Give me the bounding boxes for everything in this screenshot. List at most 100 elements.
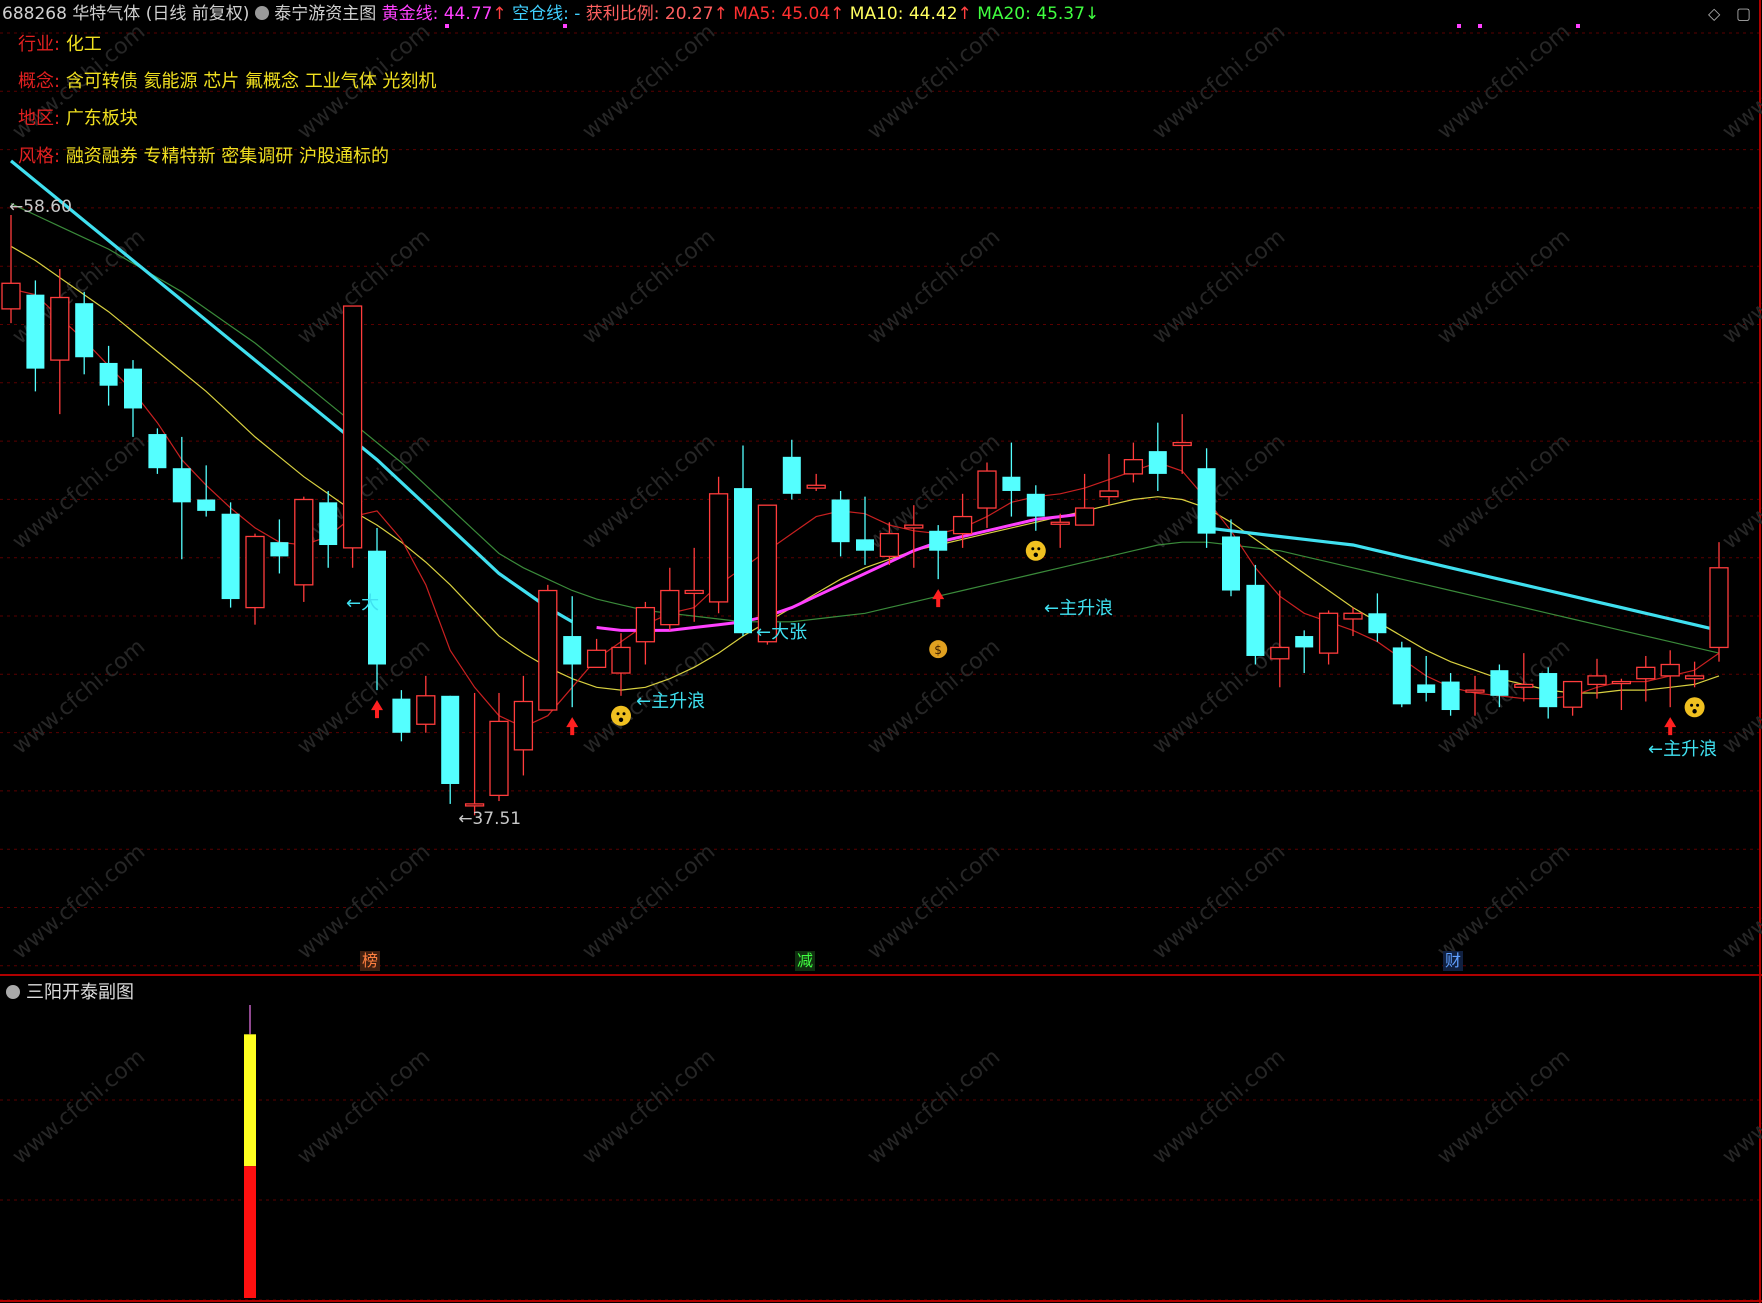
candle-body [1197,468,1216,534]
signal-dot [1576,24,1580,28]
watermark-text: www.cfchi.com [1148,224,1290,349]
region-value: 广东板块 [65,108,138,129]
candle-body [441,695,460,784]
candle-body [1172,441,1192,447]
smiley-eye [622,712,626,716]
watermark-text: www.cfchi.com [1433,429,1575,554]
subchart-title[interactable]: 三阳开泰副图 [6,978,134,1004]
watermark-text: www.cfchi.com [1718,839,1762,964]
watermark-text: www.cfchi.com [8,839,150,964]
candle-body [1392,647,1411,705]
ma20-value: MA20: 45.37 [977,4,1085,24]
industry-key: 行业: [18,34,61,55]
watermark-text: www.cfchi.com [293,839,435,964]
candle-body [1490,670,1509,696]
industry-value: 化工 [65,34,102,55]
ma20-line [10,203,1720,654]
candle-body [1343,612,1363,620]
subchart-yellow-bar [244,1034,256,1167]
watermark-text: www.cfchi.com [578,429,720,554]
candle-body [1026,493,1045,517]
candle-body [660,589,680,626]
watermark-text: www.cfchi.com [1148,1044,1290,1169]
candle-body [245,535,265,609]
watermark-text: www.cfchi.com [1718,224,1762,349]
candle-body [831,499,850,543]
candle-body [270,542,289,557]
watermark-text: www.cfchi.com [578,224,720,349]
candle-body [1636,666,1656,680]
up-arrow-icon: ↑ [957,4,972,24]
candle-body [1002,476,1021,491]
candle-body [684,589,704,595]
candle-body [806,484,826,489]
watermark-text: www.cfchi.com [293,1044,435,1169]
candle-body [977,470,997,509]
candle-body [1270,646,1290,660]
candle-body [75,303,94,358]
candle-body [1099,490,1119,498]
watermark-text: www.cfchi.com [1718,19,1762,144]
watermark-text: www.cfchi.com [1718,1044,1762,1169]
candle-body [1368,613,1387,634]
candle-body [1417,684,1436,693]
concept-value: 含可转债 氦能源 芯片 氟概念 工业气体 光刻机 [65,71,437,92]
candle-body [197,499,216,511]
candle-body [1539,673,1558,708]
watermark-text: www.cfchi.com [863,1044,1005,1169]
tag-jian[interactable]: 减 [795,951,816,971]
money-bag-glyph: $ [934,643,942,657]
candle-body [1441,681,1460,711]
candle-body [929,530,948,551]
candle-body [708,493,729,603]
candle-body [952,515,973,535]
candle-body [489,720,509,797]
main-chart[interactable]: www.cfchi.com www.cfchi.com www.cfchi.com w… [0,0,1762,1303]
subchart-toggle-icon[interactable] [6,985,20,999]
candle-body [1684,675,1705,680]
cyan-trend-line [1206,526,1720,632]
tag-cai[interactable]: 财 [1443,951,1464,971]
concept-key: 概念: [18,71,61,92]
tag-bang[interactable]: 榜 [360,951,381,971]
candle-body [563,636,582,665]
zhushenglang-label: ←主升浪 [1648,739,1717,760]
stock-name: 华特气体 [72,4,141,24]
candle-body [611,646,631,674]
smiley-mouth [1692,709,1697,714]
down-arrow-icon: ↓ [1084,4,1100,24]
watermark-text: www.cfchi.com [1718,634,1762,759]
candle-body [1295,636,1314,648]
candle-body [1660,663,1680,677]
watermark-text: www.cfchi.com [1718,429,1762,554]
watermark-text: www.cfchi.com [1148,19,1290,144]
up-arrow-icon: ↑ [830,4,845,24]
watermark-text: www.cfchi.com [1148,839,1290,964]
watermark-text: www.cfchi.com [863,224,1005,349]
smiley-eye [616,712,620,716]
watermark-text: www.cfchi.com [8,634,150,759]
candle-body [294,498,314,586]
profit-ratio-value: 获利比例: 20.27 [585,4,714,24]
indicator-name[interactable]: 泰宁游资主图 [274,4,376,24]
window-icon[interactable]: ▢ [1736,4,1751,23]
watermark-text: www.cfchi.com [1433,224,1575,349]
candle-body [1222,536,1240,591]
empty-line-value: 空仓线: - [512,4,581,24]
cyan-trend-line [9,159,574,624]
indicator-toggle-icon[interactable] [254,6,269,20]
smiley-eye [1031,547,1035,551]
candle-body [1,282,21,310]
candle-body [319,502,338,546]
smiley-eye [1037,547,1041,551]
dazhang-label: ←大 [346,593,379,614]
candle-body [513,700,534,751]
candle-body [1587,675,1607,686]
dazhang-label: ←大张 [756,622,807,643]
diamond-icon[interactable]: ◇ [1708,4,1720,23]
candle-body [538,589,558,711]
candle-body [1465,689,1485,693]
ma5-value: MA5: 45.04 [733,4,831,24]
watermark-text: www.cfchi.com [8,1044,150,1169]
candle-body [50,296,70,361]
